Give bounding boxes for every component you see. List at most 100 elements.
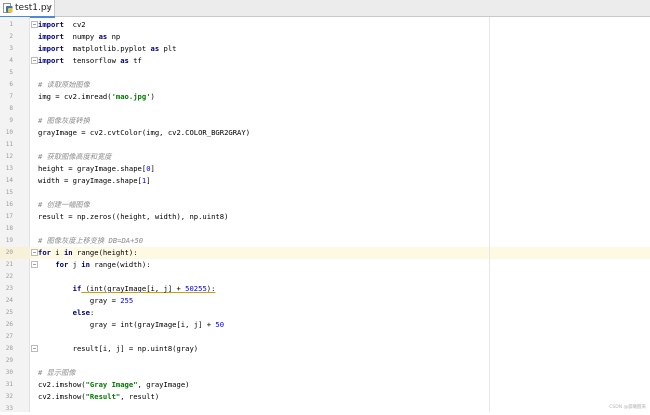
line-number: 32 xyxy=(5,393,13,400)
code-line[interactable]: import matplotlib.pyplot as plt xyxy=(38,43,176,55)
code-token: # 读取原始图像 xyxy=(38,80,90,89)
line-number: 12 xyxy=(5,153,13,160)
line-number: 27 xyxy=(5,333,13,340)
code-line[interactable]: height = grayImage.shape[0] xyxy=(38,163,155,175)
line-number: 17 xyxy=(5,213,13,220)
code-token: # 图像灰度转换 xyxy=(38,116,90,125)
code-line[interactable]: if (int(grayImage[i, j] + 50255): xyxy=(38,283,216,295)
line-number: 18 xyxy=(5,225,13,232)
code-token: for xyxy=(38,248,51,257)
code-token: 'mao.jpg' xyxy=(111,92,151,101)
code-token: result[i, j] = np.uint8(gray) xyxy=(38,344,199,353)
line-number: 20 xyxy=(5,249,13,256)
close-icon[interactable]: × xyxy=(45,2,53,14)
code-token: 255 xyxy=(193,284,207,293)
code-token: gray = xyxy=(38,296,121,305)
code-line[interactable]: import tensorflow as tf xyxy=(38,55,142,67)
code-token: # 获取图像高度和宽度 xyxy=(38,152,112,161)
code-token: # 创建一幅图像 xyxy=(38,200,90,209)
code-token: result = np.zeros((height, width), np.ui… xyxy=(38,212,229,221)
line-number: 26 xyxy=(5,321,13,328)
line-number: 25 xyxy=(5,309,13,316)
code-token: range(height): xyxy=(72,248,138,257)
code-line[interactable]: # 创建一幅图像 xyxy=(38,199,90,211)
code-token: , result) xyxy=(120,392,160,401)
code-line[interactable]: # 获取图像高度和宽度 xyxy=(38,151,111,163)
fold-icon[interactable] xyxy=(31,345,38,352)
line-number: 19 xyxy=(5,237,13,244)
line-number: 1 xyxy=(9,21,13,28)
python-file-icon xyxy=(3,3,13,13)
code-line[interactable]: # 读取原始图像 xyxy=(38,79,90,91)
line-number: 10 xyxy=(5,129,13,136)
fold-icon[interactable] xyxy=(31,57,38,64)
code-token: : xyxy=(89,308,95,317)
code-line[interactable]: cv2.imshow("Gray Image", grayImage) xyxy=(38,379,189,391)
code-line[interactable]: else: xyxy=(38,307,95,319)
code-line[interactable]: gray = 255 xyxy=(38,295,133,307)
line-number: 8 xyxy=(9,105,13,112)
code-line[interactable]: import numpy as np xyxy=(38,31,120,43)
code-token: (int(grayImage[i, j] + xyxy=(81,284,186,293)
code-token: cv2.imshow( xyxy=(38,392,86,401)
code-token: import xyxy=(38,56,64,65)
code-token: width = grayImage.shape[ xyxy=(38,176,142,185)
code-token: i xyxy=(50,248,64,257)
line-number: 22 xyxy=(5,273,13,280)
code-token: 255 xyxy=(120,296,134,305)
code-token: , grayImage) xyxy=(137,380,190,389)
line-number: 2 xyxy=(9,33,13,40)
code-editor[interactable]: 1 import cv2 2 import numpy as np 3 import ma… xyxy=(0,17,650,412)
code-line[interactable]: for j in range(width): xyxy=(38,259,151,271)
code-token: for xyxy=(55,260,69,269)
fold-icon[interactable] xyxy=(31,21,38,28)
watermark: CSDN @晨曦醒来 xyxy=(609,405,646,410)
line-number: 23 xyxy=(5,285,13,292)
line-number: 33 xyxy=(5,405,13,412)
code-token: else xyxy=(72,308,90,317)
code-token: ) xyxy=(150,92,155,101)
line-number: 14 xyxy=(5,177,13,184)
line-number: 30 xyxy=(5,369,13,376)
fold-icon[interactable] xyxy=(31,249,38,256)
code-line[interactable]: cv2.imshow("Result", result) xyxy=(38,391,159,403)
code-line[interactable]: for i in range(height): xyxy=(38,247,138,259)
line-number: 13 xyxy=(5,165,13,172)
code-line[interactable]: result[i, j] = np.uint8(gray) xyxy=(38,343,199,355)
code-token: img = cv2.imread( xyxy=(38,92,112,101)
code-line[interactable]: result = np.zeros((height, width), np.ui… xyxy=(38,211,228,223)
code-token: import xyxy=(38,32,64,41)
line-number: 21 xyxy=(5,261,13,268)
line-number: 7 xyxy=(9,93,13,100)
line-number: 3 xyxy=(9,45,13,52)
line-number: 5 xyxy=(9,69,13,76)
code-line[interactable]: import cv2 xyxy=(38,19,86,31)
code-line[interactable]: # 图像灰度上移变换 DB=DA+50 xyxy=(38,235,143,247)
code-token: import xyxy=(38,44,64,53)
code-token: as xyxy=(120,56,129,65)
code-line[interactable]: img = cv2.imread('mao.jpg') xyxy=(38,91,155,103)
line-number: 9 xyxy=(9,117,13,124)
line-number: 15 xyxy=(5,189,13,196)
line-number: 28 xyxy=(5,345,13,352)
fold-icon[interactable] xyxy=(31,261,38,268)
code-token: grayImage = cv2.cvtColor(img, cv2.COLOR_… xyxy=(38,128,251,137)
line-number: 16 xyxy=(5,201,13,208)
code-token: range(width): xyxy=(89,260,151,269)
code-line[interactable]: width = grayImage.shape[1] xyxy=(38,175,151,187)
line-number: 31 xyxy=(5,381,13,388)
code-token: j xyxy=(68,260,82,269)
line-number: 4 xyxy=(9,57,13,64)
line-number: 6 xyxy=(9,81,13,88)
code-line[interactable]: grayImage = cv2.cvtColor(img, cv2.COLOR_… xyxy=(38,127,250,139)
code-token: tensorflow xyxy=(63,56,121,65)
code-token: # 显示图像 xyxy=(38,368,76,377)
tab-test1-py[interactable]: test1.py × xyxy=(0,0,55,18)
code-line[interactable]: gray = int(grayImage[i, j] + 50 xyxy=(38,319,224,331)
code-token: np xyxy=(107,32,121,41)
code-line[interactable]: # 显示图像 xyxy=(38,367,75,379)
code-line[interactable]: # 图像灰度转换 xyxy=(38,115,90,127)
